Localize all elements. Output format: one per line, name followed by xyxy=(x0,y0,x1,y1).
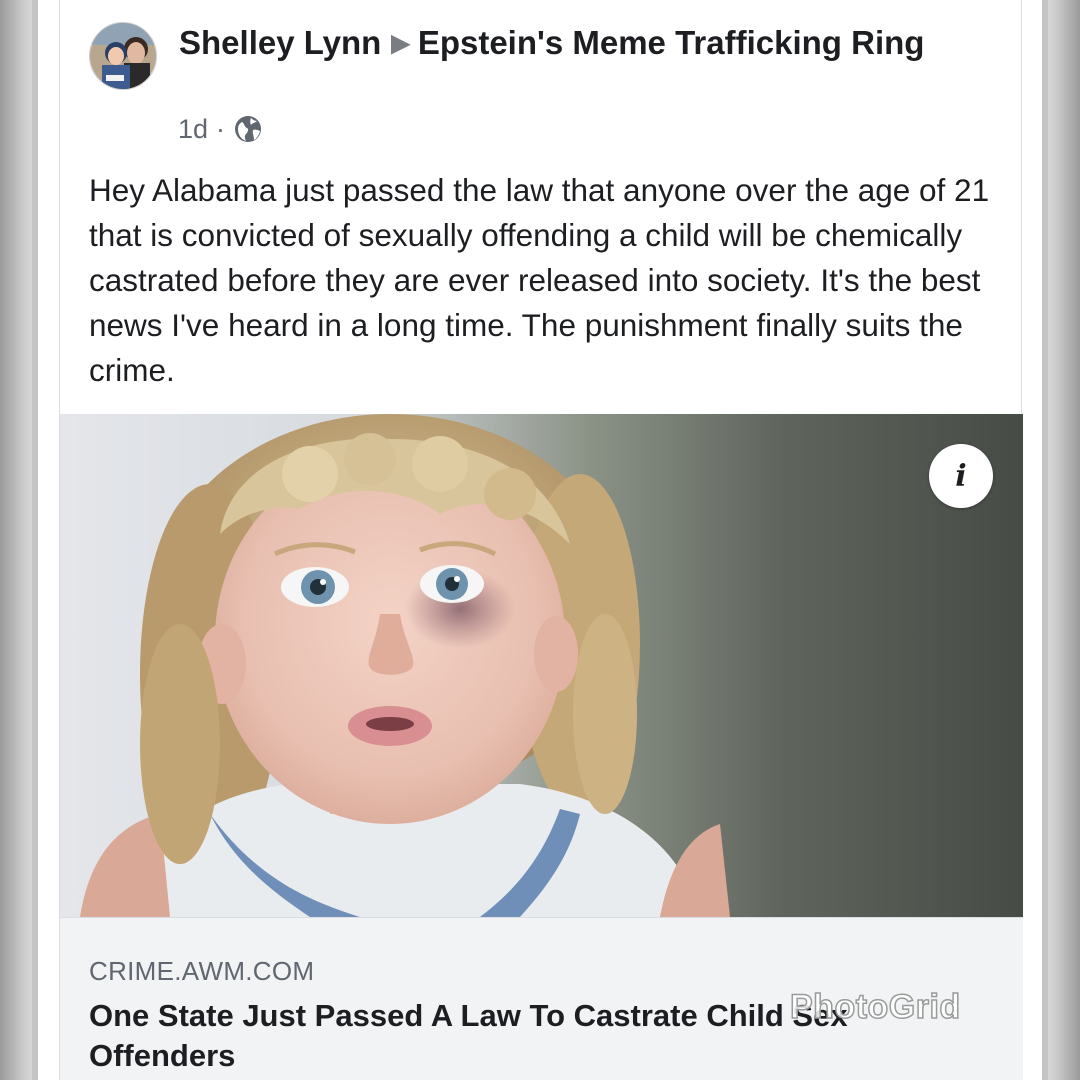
meta-separator: · xyxy=(216,114,226,144)
photogrid-watermark: PhotoGrid xyxy=(789,987,961,1027)
post-header: Shelley Lynn ▶ Epstein's Meme Trafficking … xyxy=(179,22,979,65)
background-frame-right xyxy=(1048,0,1080,1080)
post-card: Shelley Lynn ▶ Epstein's Meme Trafficking … xyxy=(38,0,1042,1080)
right-triangle-icon: ▶ xyxy=(391,30,410,57)
post-text: Hey Alabama just passed the law that any… xyxy=(89,172,990,388)
avatar-photo-icon xyxy=(90,23,156,89)
avatar[interactable] xyxy=(89,22,157,90)
globe-icon[interactable] xyxy=(233,114,263,144)
link-domain: CRIME.AWM.COM xyxy=(89,956,315,986)
post-timestamp[interactable]: 1d xyxy=(178,111,208,147)
child-photo-illustration xyxy=(80,414,730,917)
background-frame-left xyxy=(0,0,32,1080)
post-card-inner: Shelley Lynn ▶ Epstein's Meme Trafficking … xyxy=(59,0,1023,1080)
post-meta: 1d · xyxy=(178,111,263,147)
group-name[interactable]: Epstein's Meme Trafficking Ring xyxy=(418,24,925,61)
link-preview-image[interactable]: i xyxy=(60,414,1023,917)
info-icon[interactable]: i xyxy=(929,444,993,508)
author-name[interactable]: Shelley Lynn xyxy=(179,24,381,61)
